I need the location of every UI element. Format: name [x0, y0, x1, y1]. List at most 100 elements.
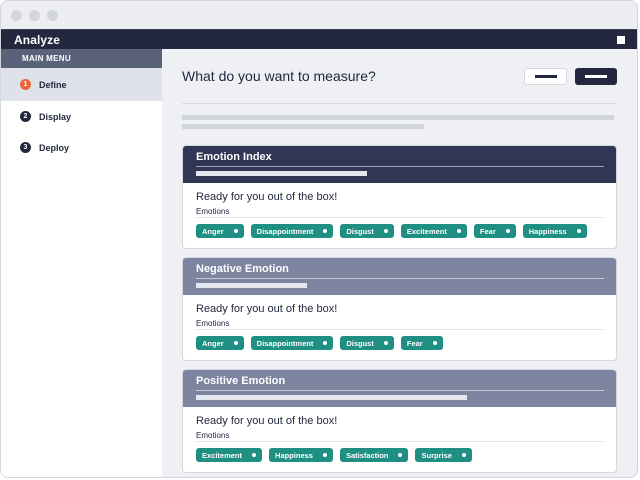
step-number-icon: 2	[20, 111, 31, 122]
card-header-divider	[196, 166, 604, 167]
tag-label: Satisfaction	[345, 450, 389, 460]
button-placeholder-bar	[585, 74, 607, 78]
step-number-icon: 1	[20, 79, 31, 90]
card-description: Ready for you out of the box!	[196, 191, 338, 203]
tag-list: Anger Disappointment Disgust Fear	[196, 336, 604, 350]
dot-icon	[322, 453, 327, 457]
placeholder-line	[182, 124, 424, 129]
tag-label: Disappointment	[256, 226, 314, 236]
sidebar-item-label: Display	[39, 111, 72, 122]
tag-label: Anger	[202, 226, 224, 236]
tag-list: Excitement Happiness Satisfaction Surpri…	[196, 448, 604, 462]
sidebar-item-display[interactable]: 2 Display	[1, 101, 162, 132]
tag-label: Happiness	[275, 450, 313, 460]
tag-anger[interactable]: Anger	[196, 336, 244, 350]
section-divider	[196, 441, 604, 442]
card-header: Negative Emotion	[183, 258, 616, 295]
sidebar: MAIN MENU 1 Define 2 Display 3 Deploy	[1, 49, 162, 477]
app-layout: MAIN MENU 1 Define 2 Display 3 Deploy Wh…	[1, 49, 637, 477]
browser-window: Analyze MAIN MENU 1 Define 2 Display 3 D…	[0, 0, 638, 478]
card-positive-emotion[interactable]: Positive Emotion Ready for you out of th…	[182, 369, 617, 473]
primary-action-button[interactable]	[575, 67, 617, 85]
dot-icon	[323, 341, 328, 345]
card-header: Positive Emotion	[183, 370, 616, 407]
tag-fear[interactable]: Fear	[473, 224, 516, 238]
header-divider	[182, 103, 617, 104]
card-section-label: Emotions	[196, 319, 230, 328]
card-header-divider	[196, 278, 604, 279]
tag-label: Surprise	[421, 450, 452, 460]
tag-disgust[interactable]: Disgust	[340, 336, 394, 350]
card-description: Ready for you out of the box!	[196, 415, 338, 427]
sidebar-item-deploy[interactable]: 3 Deploy	[1, 132, 162, 163]
tag-disappointment[interactable]: Disappointment	[250, 224, 334, 238]
tag-label: Fear	[406, 338, 423, 348]
tag-happiness[interactable]: Happiness	[522, 224, 587, 238]
card-placeholder-line	[196, 395, 467, 400]
header-actions	[524, 67, 617, 85]
button-placeholder-bar	[534, 74, 557, 78]
dot-icon	[576, 229, 581, 233]
tag-satisfaction[interactable]: Satisfaction	[339, 448, 409, 462]
card-body: Ready for you out of the box! Emotions E…	[183, 407, 616, 472]
tag-label: Disgust	[346, 338, 374, 348]
main-content: What do you want to measure? Emotion Ind…	[162, 49, 637, 477]
placeholder-line	[182, 115, 614, 120]
sidebar-item-label: Define	[39, 79, 67, 90]
dot-icon	[383, 229, 388, 233]
brand-logo: Analyze	[14, 32, 61, 50]
window-close-dot[interactable]	[11, 9, 22, 21]
card-description: Ready for you out of the box!	[196, 303, 338, 315]
dot-icon	[233, 341, 238, 345]
tag-happiness[interactable]: Happiness	[269, 448, 333, 462]
section-divider	[196, 329, 604, 330]
card-placeholder-line	[196, 171, 367, 176]
dot-icon	[461, 453, 466, 457]
dot-icon	[398, 453, 403, 457]
tag-disgust[interactable]: Disgust	[340, 224, 394, 238]
card-negative-emotion[interactable]: Negative Emotion Ready for you out of th…	[182, 257, 617, 361]
secondary-action-button[interactable]	[524, 67, 567, 85]
card-section-label: Emotions	[196, 207, 230, 216]
card-title: Emotion Index	[196, 151, 272, 163]
window-minimize-dot[interactable]	[29, 9, 40, 21]
dot-icon	[505, 229, 510, 233]
tag-label: Disappointment	[256, 338, 314, 348]
dot-icon	[383, 341, 388, 345]
card-header: Emotion Index	[183, 146, 616, 183]
card-section-label: Emotions	[196, 431, 230, 440]
app-header: Analyze	[1, 29, 637, 50]
tag-anger[interactable]: Anger	[196, 224, 244, 238]
tag-disappointment[interactable]: Disappointment	[250, 336, 334, 350]
card-placeholder-line	[196, 283, 307, 288]
tag-surprise[interactable]: Surprise	[415, 448, 472, 462]
tag-label: Fear	[479, 226, 496, 236]
dot-icon	[233, 229, 238, 233]
sidebar-item-define[interactable]: 1 Define	[1, 68, 162, 101]
tag-label: Excitement	[202, 450, 243, 460]
tag-label: Excitement	[406, 226, 447, 236]
card-header-divider	[196, 390, 604, 391]
dot-icon	[432, 341, 437, 345]
dot-icon	[323, 229, 328, 233]
page-title: What do you want to measure?	[182, 68, 376, 84]
card-title: Positive Emotion	[196, 375, 286, 387]
menu-square-icon[interactable]	[617, 35, 625, 44]
section-divider	[196, 217, 604, 218]
tag-label: Anger	[202, 338, 224, 348]
card-emotion-index[interactable]: Emotion Index Ready for you out of the b…	[182, 145, 617, 249]
page-header: What do you want to measure?	[182, 49, 617, 103]
sidebar-header: MAIN MENU	[1, 49, 162, 68]
card-title: Negative Emotion	[196, 263, 289, 275]
tag-label: Happiness	[528, 226, 567, 236]
sidebar-item-label: Deploy	[39, 142, 70, 153]
tag-fear[interactable]: Fear	[400, 336, 443, 350]
step-number-icon: 3	[20, 142, 31, 153]
window-maximize-dot[interactable]	[47, 9, 58, 21]
tag-excitement[interactable]: Excitement	[196, 448, 263, 462]
dot-icon	[252, 453, 257, 457]
dot-icon	[456, 229, 461, 233]
window-titlebar	[1, 1, 637, 29]
card-body: Ready for you out of the box! Emotions A…	[183, 295, 616, 360]
tag-excitement[interactable]: Excitement	[400, 224, 467, 238]
